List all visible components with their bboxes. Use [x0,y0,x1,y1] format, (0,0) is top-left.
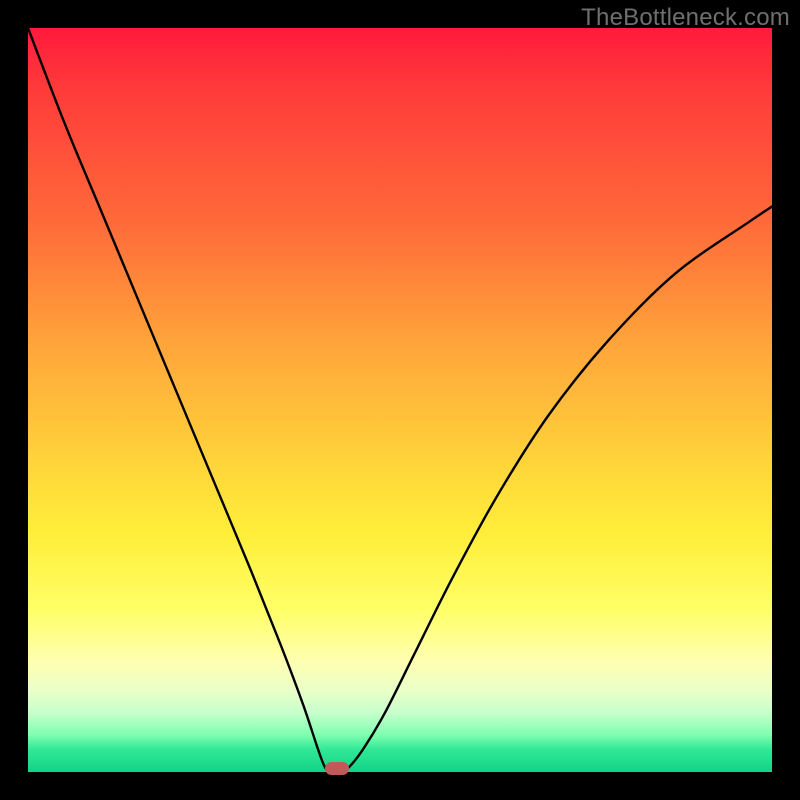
chart-frame: TheBottleneck.com [0,0,800,800]
plot-area [28,28,772,772]
optimal-marker [325,762,349,775]
bottleneck-curve [28,28,772,772]
watermark-text: TheBottleneck.com [581,4,790,32]
